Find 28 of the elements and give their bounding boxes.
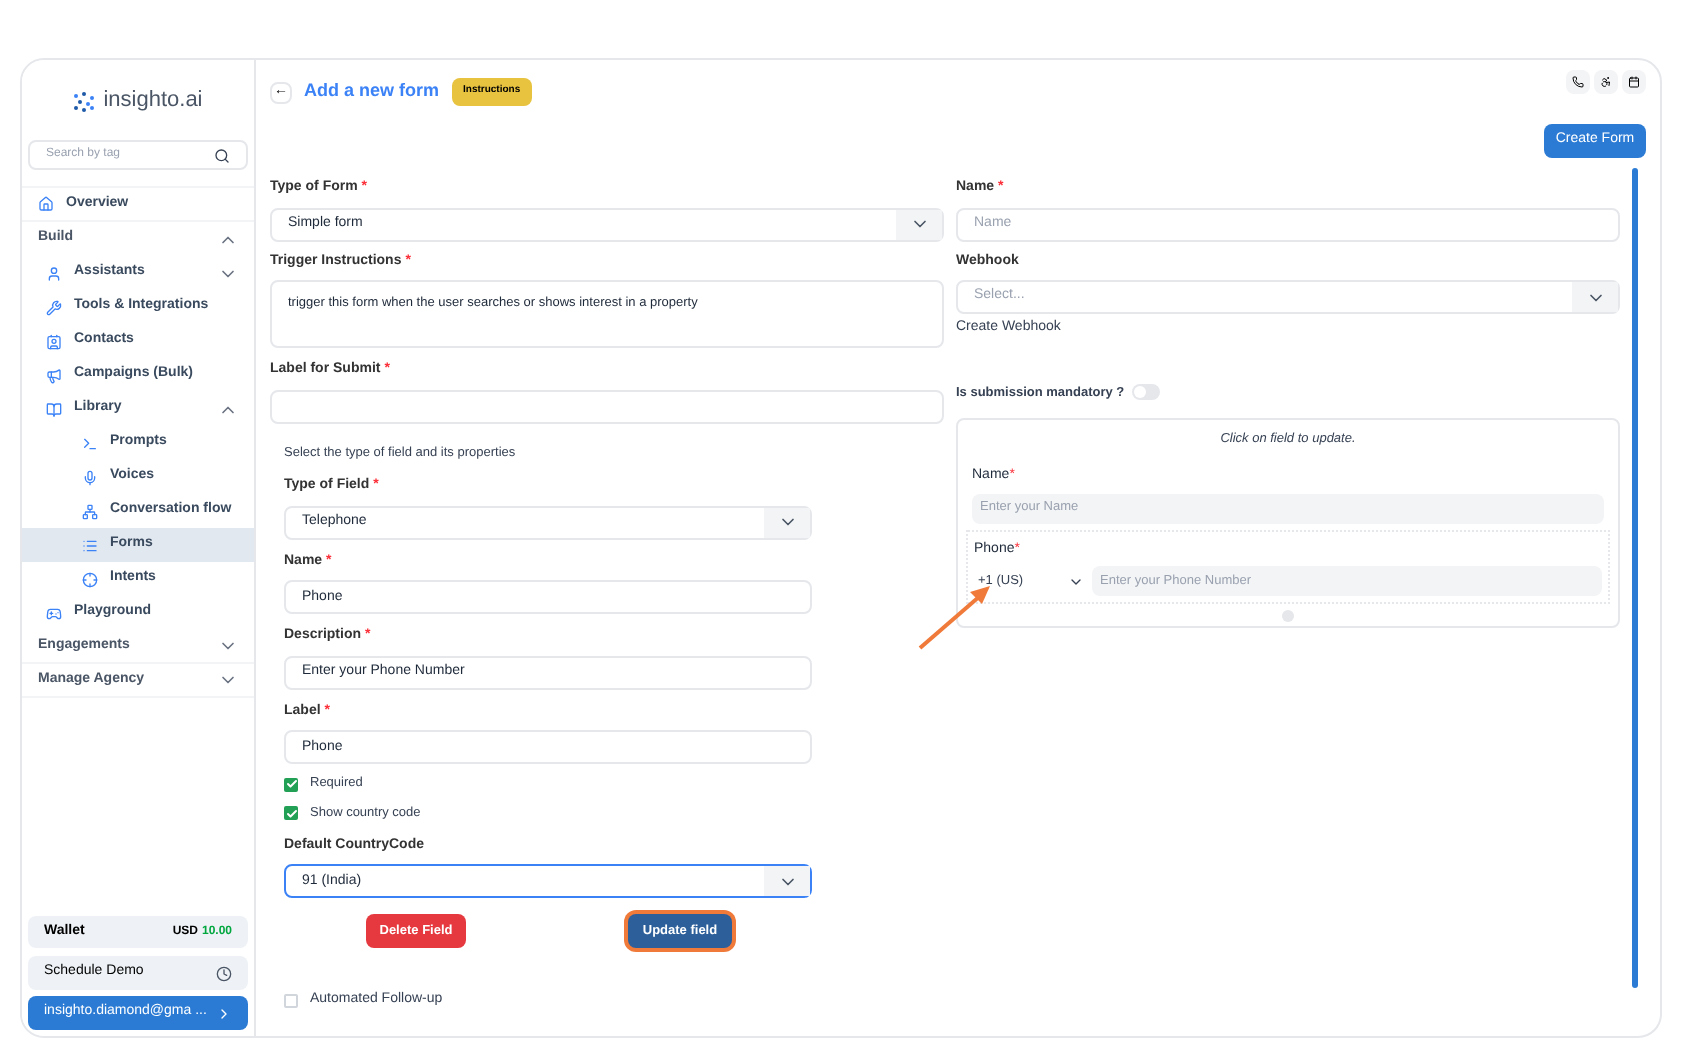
microphone-icon xyxy=(82,469,98,485)
dots-logo-icon xyxy=(73,91,96,111)
phone-icon[interactable] xyxy=(1566,70,1590,94)
page-title: Add a new form xyxy=(304,78,440,105)
annotation-arrow xyxy=(918,580,994,654)
calendar-icon[interactable] xyxy=(1622,70,1646,94)
network-icon xyxy=(82,503,98,519)
search-icon xyxy=(214,147,230,163)
drag-handle-icon[interactable] xyxy=(1282,610,1294,622)
megaphone-icon xyxy=(46,367,62,383)
toggle-switch[interactable] xyxy=(1132,384,1161,401)
home-icon xyxy=(38,196,54,212)
list-icon xyxy=(82,537,98,553)
user-icon xyxy=(46,265,62,281)
logo-text: insighto.ai xyxy=(103,86,203,117)
checkbox[interactable] xyxy=(284,777,298,792)
checkbox[interactable] xyxy=(284,994,298,1008)
gamepad-icon xyxy=(46,605,62,621)
contact-card-icon xyxy=(46,333,62,349)
input-field[interactable] xyxy=(270,389,944,423)
wrench-icon xyxy=(46,299,62,315)
terminal-icon xyxy=(82,435,98,451)
book-icon xyxy=(46,401,62,417)
crosshair-icon xyxy=(82,571,98,587)
clock-icon xyxy=(216,965,232,981)
accessibility-icon[interactable] xyxy=(1594,70,1618,94)
scrollbar-thumb[interactable] xyxy=(1632,168,1638,988)
chevron-right-icon xyxy=(216,1005,232,1021)
